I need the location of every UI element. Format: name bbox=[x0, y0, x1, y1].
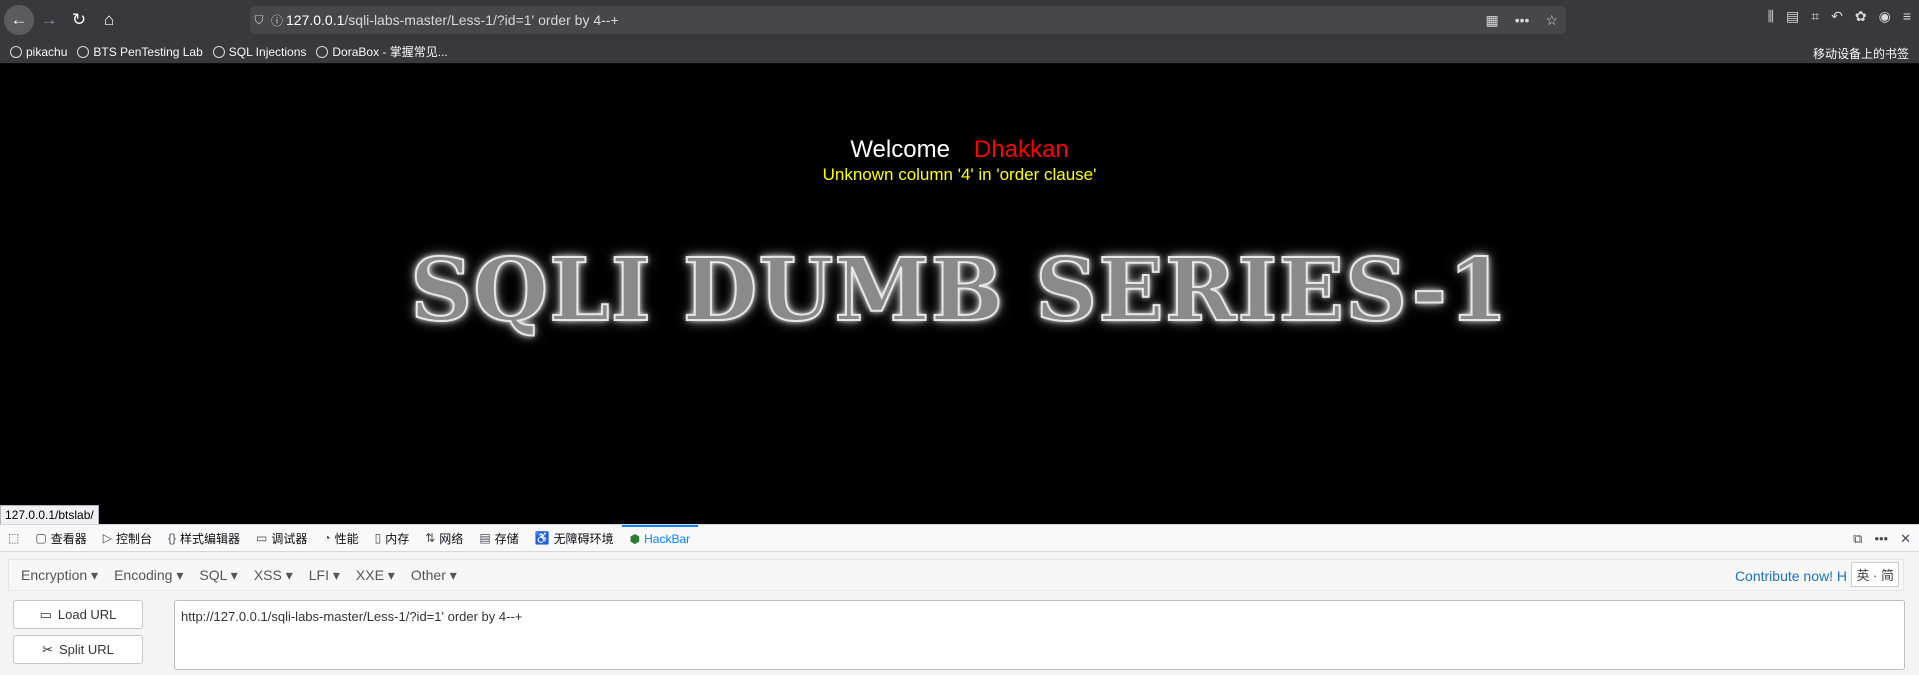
menu-encryption[interactable]: Encryption ▾ bbox=[21, 567, 98, 584]
welcome-line: Welcome Dhakkan bbox=[0, 136, 1919, 164]
menu-lfi[interactable]: LFI ▾ bbox=[309, 567, 340, 584]
tab-console[interactable]: ▷ 控制台 bbox=[95, 525, 160, 551]
more-actions-icon[interactable]: ••• bbox=[1515, 12, 1530, 28]
devtools-tabbar: ⬚ ▢ 查看器 ▷ 控制台 {} 样式编辑器 ▭ 调试器 ◔ 性能 ▯ 内存 ⇅ 网络 ▤ 存储… bbox=[0, 524, 1919, 552]
qr-code-icon[interactable]: ▦ bbox=[1485, 12, 1498, 29]
globe-icon bbox=[10, 45, 22, 58]
bookmarks-bar: pikachu BTS PenTesting Lab SQL Injection… bbox=[0, 40, 1919, 64]
menu-sql[interactable]: SQL ▾ bbox=[199, 567, 237, 584]
page-content: Welcome Dhakkan Unknown column '4' in 'or… bbox=[0, 64, 1919, 524]
url-bar[interactable]: ⛉ ⓘ 127.0.0.1/sqli-labs-master/Less-1/?i… bbox=[250, 6, 1566, 34]
tab-network[interactable]: ⇅ 网络 bbox=[417, 525, 471, 551]
close-icon[interactable]: ✕ bbox=[1900, 531, 1911, 547]
tab-memory[interactable]: ▯ 内存 bbox=[367, 525, 418, 551]
globe-icon bbox=[212, 45, 225, 58]
memory-icon: ▯ bbox=[374, 531, 382, 545]
sidebar-icon[interactable]: ▤ bbox=[1786, 8, 1799, 25]
hackbar-menubar: Encryption ▾ Encoding ▾ SQL ▾ XSS ▾ LFI … bbox=[0, 552, 1919, 598]
user-name: Dhakkan bbox=[973, 136, 1069, 163]
tab-hackbar[interactable]: ⬢ HackBar bbox=[621, 525, 699, 551]
welcome-text: Welcome bbox=[850, 136, 950, 163]
series-logo: SQLI DUMB SERIES-1 bbox=[409, 239, 1509, 342]
hackbar-icon: ⬢ bbox=[629, 532, 641, 546]
tab-style-editor[interactable]: {} 样式编辑器 bbox=[160, 525, 248, 551]
reload-button[interactable]: ↻ bbox=[64, 5, 94, 35]
menu-other[interactable]: Other ▾ bbox=[411, 567, 457, 584]
pick-element-button[interactable]: ⬚ bbox=[0, 525, 27, 551]
shield-icon: ⛉ bbox=[254, 12, 264, 27]
dock-icon[interactable]: ⧉ bbox=[1853, 531, 1862, 547]
mobile-bookmarks[interactable]: 移动设备上的书签 bbox=[1813, 45, 1909, 62]
style-editor-icon: {} bbox=[167, 531, 176, 545]
tab-inspector[interactable]: ▢ 查看器 bbox=[27, 525, 94, 551]
bookmark-star-icon[interactable]: ☆ bbox=[1545, 12, 1558, 29]
tab-performance[interactable]: ◔ 性能 bbox=[315, 525, 366, 551]
account-icon[interactable]: ◉ bbox=[1879, 8, 1891, 25]
sql-error-message: Unknown column '4' in 'order clause' bbox=[822, 165, 1097, 184]
ime-indicator: 英 · 简 bbox=[1851, 562, 1899, 587]
library-icon[interactable]: ⫼ bbox=[1768, 8, 1774, 25]
debugger-icon: ▭ bbox=[255, 531, 268, 545]
bookmark-item[interactable]: SQL Injections bbox=[212, 45, 306, 59]
performance-icon: ◔ bbox=[323, 531, 331, 545]
globe-icon bbox=[316, 45, 329, 58]
crop-icon[interactable]: ⌗ bbox=[1811, 8, 1819, 25]
extension-icon[interactable]: ✿ bbox=[1855, 8, 1867, 25]
scissors-icon: ✂ bbox=[42, 641, 53, 657]
contribute-link[interactable]: Contribute now! H bbox=[1735, 568, 1847, 584]
undo-icon[interactable]: ↶ bbox=[1831, 8, 1843, 25]
info-icon[interactable]: ⓘ bbox=[268, 12, 286, 29]
accessibility-icon: ♿ bbox=[534, 531, 550, 545]
menu-encoding[interactable]: Encoding ▾ bbox=[114, 567, 183, 584]
menu-xss[interactable]: XSS ▾ bbox=[254, 567, 293, 584]
tab-debugger[interactable]: ▭ 调试器 bbox=[248, 525, 315, 551]
console-icon: ▷ bbox=[102, 531, 112, 545]
bookmark-item[interactable]: pikachu bbox=[10, 45, 67, 59]
menu-icon[interactable]: ≡ bbox=[1903, 8, 1911, 25]
browser-toolbar: ← → ↻ ⌂ ⛉ ⓘ 127.0.0.1/sqli-labs-master/L… bbox=[0, 0, 1919, 40]
hackbar-body: ▭ Load URL ✂ Split URL http://127.0.0.1/sq… bbox=[0, 598, 1919, 675]
bookmark-item[interactable]: BTS PenTesting Lab bbox=[77, 45, 203, 59]
bookmark-item[interactable]: DoraBox - 掌握常见... bbox=[316, 43, 448, 60]
back-button[interactable]: ← bbox=[4, 5, 34, 35]
inspector-icon: ▢ bbox=[35, 531, 47, 545]
network-icon: ⇅ bbox=[425, 531, 436, 545]
forward-button[interactable]: → bbox=[34, 5, 64, 35]
storage-icon: ▤ bbox=[479, 531, 491, 545]
globe-icon bbox=[77, 45, 90, 58]
status-url: 127.0.0.1/btslab/ bbox=[0, 505, 99, 525]
devtools-menu-icon[interactable]: ••• bbox=[1874, 531, 1888, 547]
menu-xxe[interactable]: XXE ▾ bbox=[356, 567, 395, 584]
tab-storage[interactable]: ▤ 存储 bbox=[471, 525, 526, 551]
load-url-button[interactable]: ▭ Load URL bbox=[13, 600, 143, 629]
url-path: /sqli-labs-master/Less-1/?id=1' order by… bbox=[344, 12, 619, 28]
url-textarea[interactable]: http://127.0.0.1/sqli-labs-master/Less-1… bbox=[174, 600, 1905, 670]
home-button[interactable]: ⌂ bbox=[94, 5, 124, 35]
tab-accessibility[interactable]: ♿ 无障碍环境 bbox=[527, 525, 622, 551]
load-url-icon: ▭ bbox=[39, 606, 52, 622]
split-url-button[interactable]: ✂ Split URL bbox=[13, 635, 143, 664]
pick-element-icon: ⬚ bbox=[8, 531, 20, 545]
url-host: 127.0.0.1 bbox=[286, 12, 345, 28]
